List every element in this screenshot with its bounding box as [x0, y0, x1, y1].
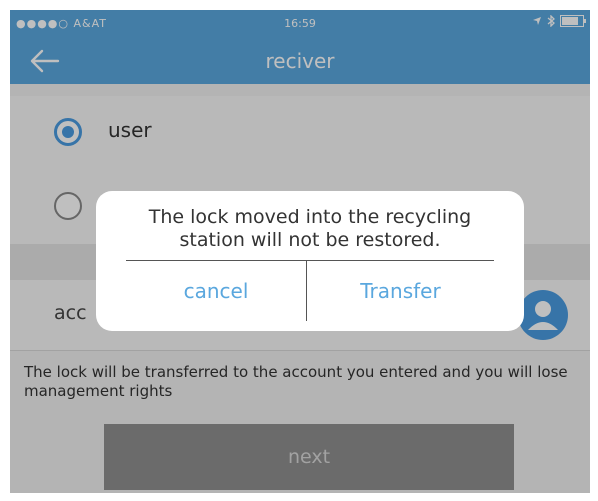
dialog-message: The lock moved into the recycling statio… [148, 206, 472, 251]
cancel-button[interactable]: cancel [126, 271, 306, 311]
app-screen: ●●●●○ A&AT 16:59 reciver user acc The lo… [10, 10, 590, 493]
confirm-dialog: The lock moved into the recycling statio… [96, 191, 524, 331]
transfer-button[interactable]: Transfer [307, 271, 494, 311]
dialog-divider [126, 260, 494, 261]
